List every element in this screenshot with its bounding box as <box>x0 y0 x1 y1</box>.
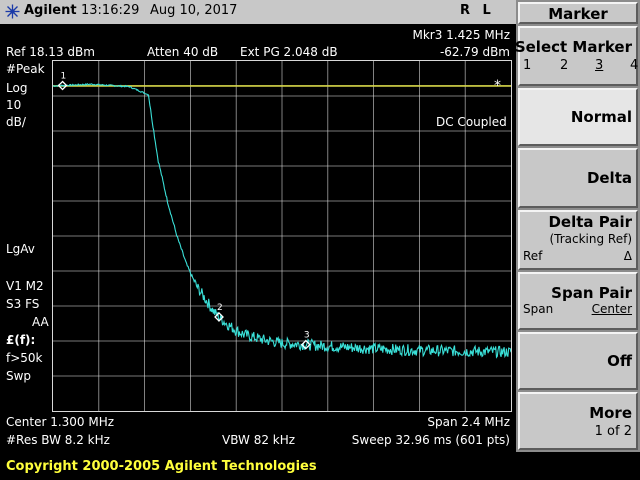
normal-label: Normal <box>570 108 632 126</box>
scale-type-label: Log <box>6 81 28 95</box>
copyright-text: Copyright 2000-2005 Agilent Technologies <box>6 459 317 474</box>
status-bar: Agilent 13:16:29 Aug 10, 2017 R L <box>0 0 516 24</box>
delta-label: Delta <box>586 169 632 187</box>
span-pair-span-option: Span <box>523 302 554 316</box>
more-softkey[interactable]: More 1 of 2 <box>518 392 638 450</box>
brand-name: Agilent <box>24 3 77 18</box>
marker-1-label: 1 <box>61 72 67 82</box>
remote-local-status: R L <box>460 3 495 18</box>
delta-pair-softkey[interactable]: Delta Pair (Tracking Ref) Ref Δ <box>518 210 638 270</box>
correction-function-label: £(f): <box>6 333 36 347</box>
more-label: More <box>589 404 632 422</box>
marker-3-label: 3 <box>304 331 310 341</box>
sweep-time: Sweep 32.96 ms (601 pts) <box>351 433 510 447</box>
detector-peak-label: #Peak <box>6 62 45 76</box>
select-marker-option-1: 1 <box>523 58 532 73</box>
span-pair-label: Span Pair <box>551 284 632 302</box>
spectrum-display[interactable]: 1 2 3 <box>52 60 512 412</box>
attenuation: Atten 40 dB <box>147 45 219 59</box>
select-marker-option-2: 2 <box>560 58 569 73</box>
marker-2-label: 2 <box>217 303 223 313</box>
ext-preamp-gain: Ext PG 2.048 dB <box>240 45 338 59</box>
copyright-bar: Copyright 2000-2005 Agilent Technologies <box>0 456 640 480</box>
frequency-span: Span 2.4 MHz <box>427 415 510 429</box>
marker-readout-amplitude: -62.79 dBm <box>439 45 510 59</box>
marker-off-softkey[interactable]: Off <box>518 332 638 390</box>
delta-pair-delta-option: Δ <box>623 249 632 263</box>
agilent-logo-icon <box>5 4 20 19</box>
menu-title: Marker <box>518 2 638 24</box>
reference-level: Ref 18.13 dBm <box>6 45 95 59</box>
select-marker-option-4: 4 <box>630 58 639 73</box>
average-type-label: LgAv <box>6 242 35 256</box>
marker-readout-frequency: Mkr3 1.425 MHz <box>412 28 510 42</box>
trace-state-aa: AA <box>32 315 49 329</box>
display-asterisk: * <box>494 78 501 94</box>
coupling-label: DC Coupled <box>436 115 507 129</box>
resolution-bandwidth: #Res BW 8.2 kHz <box>6 433 110 447</box>
normal-softkey[interactable]: Normal <box>518 88 638 146</box>
menu-title-label: Marker <box>548 5 608 23</box>
delta-pair-label: Delta Pair <box>548 213 632 231</box>
correction-range-label: f>50k <box>6 351 43 365</box>
scale-unit: dB/ <box>6 115 26 129</box>
delta-softkey[interactable]: Delta <box>518 148 638 208</box>
clock-date: Aug 10, 2017 <box>150 3 238 18</box>
trace-state-v1-m2: V1 M2 <box>6 279 44 293</box>
off-label: Off <box>607 352 632 370</box>
video-bandwidth: VBW 82 kHz <box>222 433 296 447</box>
delta-pair-sub-label: (Tracking Ref) <box>549 232 632 246</box>
scale-value: 10 <box>6 98 22 112</box>
softkey-panel: Marker Select Marker 1 2 3 4 Normal Delt… <box>514 0 640 452</box>
sweep-mode-label: Swp <box>6 369 32 383</box>
center-frequency: Center 1.300 MHz <box>6 415 115 429</box>
more-page-indicator: 1 of 2 <box>594 424 632 439</box>
select-marker-softkey[interactable]: Select Marker 1 2 3 4 <box>514 26 639 86</box>
trace-state-s3-fs: S3 FS <box>6 297 40 311</box>
select-marker-label: Select Marker <box>514 38 632 56</box>
span-pair-center-option-selected: Center <box>591 302 632 316</box>
span-pair-softkey[interactable]: Span Pair Span Center <box>518 272 638 330</box>
clock-time: 13:16:29 <box>81 3 140 18</box>
delta-pair-ref-option: Ref <box>523 249 543 263</box>
select-marker-option-3-selected: 3 <box>595 58 604 73</box>
spectrum-plot: 1 2 3 <box>53 61 511 411</box>
